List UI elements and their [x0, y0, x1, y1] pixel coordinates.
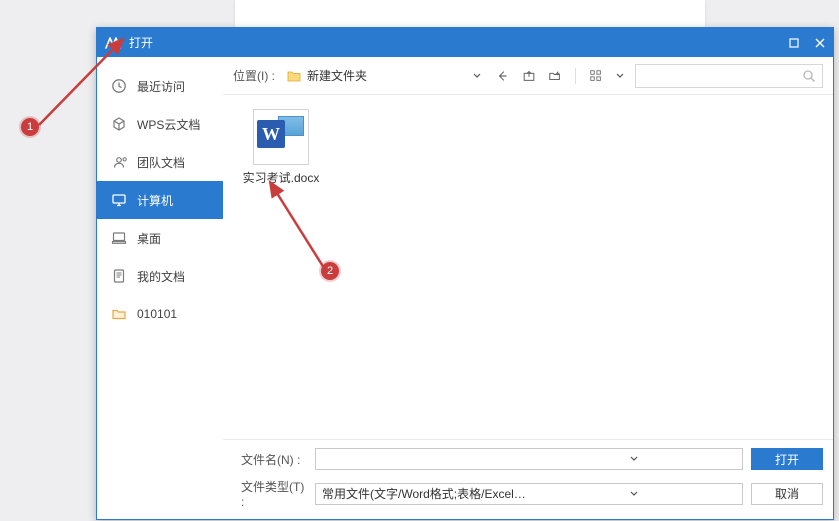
callout-1: 1: [21, 118, 39, 136]
sidebar: 最近访问 WPS云文档 团队文档 计算机 桌面 我的文档: [97, 57, 223, 519]
filetype-value: 常用文件(文字/Word格式;表格/Excel格式;演示/PowerPoint格…: [322, 485, 530, 502]
new-folder-button[interactable]: [547, 68, 563, 84]
file-thumbnail: W: [253, 109, 309, 165]
file-name: 实习考试.docx: [241, 169, 321, 186]
titlebar-title: 打开: [129, 34, 153, 51]
bottom-bar: 文件名(N) : 打开 文件类型(T) : 常用文件(文字/Word格式;表格: [223, 439, 833, 519]
app-logo-icon: [105, 35, 121, 51]
folder-icon: [287, 70, 301, 82]
location-toolbar: 位置(I) : 新建文件夹: [223, 57, 833, 95]
up-folder-icon: [522, 69, 536, 83]
cancel-button[interactable]: 取消: [751, 483, 823, 505]
back-arrow-icon: [496, 69, 510, 83]
sidebar-item-label: 最近访问: [137, 78, 185, 95]
sidebar-item-desktop[interactable]: 桌面: [97, 219, 223, 257]
search-icon: [802, 69, 816, 83]
sidebar-item-label: WPS云文档: [137, 116, 200, 133]
sidebar-item-label: 计算机: [137, 192, 173, 209]
new-folder-icon: [548, 69, 562, 83]
sidebar-item-folder-010101[interactable]: 010101: [97, 295, 223, 333]
chevron-down-icon: [630, 490, 638, 498]
view-mode-button[interactable]: [588, 68, 604, 84]
team-icon: [111, 154, 127, 170]
search-button[interactable]: [802, 69, 816, 83]
file-item-docx[interactable]: W 实习考试.docx: [241, 109, 321, 186]
sidebar-item-wps-cloud[interactable]: WPS云文档: [97, 105, 223, 143]
monitor-icon: [111, 192, 127, 208]
clock-icon: [111, 78, 127, 94]
word-icon: W: [257, 120, 285, 148]
search-input[interactable]: [642, 69, 802, 83]
sidebar-item-label: 010101: [137, 307, 177, 321]
back-button[interactable]: [495, 68, 511, 84]
cloud-cube-icon: [111, 116, 127, 132]
grid-view-icon: [589, 69, 603, 83]
sidebar-item-label: 团队文档: [137, 154, 185, 171]
chevron-down-icon: [630, 455, 638, 463]
location-dropdown-button[interactable]: [471, 66, 483, 86]
filetype-label: 文件类型(T) :: [241, 478, 307, 509]
maximize-button[interactable]: [781, 28, 807, 57]
search-box[interactable]: [635, 64, 823, 88]
filename-combo[interactable]: [315, 448, 743, 470]
chevron-down-icon: [616, 72, 624, 80]
file-list[interactable]: W 实习考试.docx: [223, 95, 833, 439]
sidebar-item-recent[interactable]: 最近访问: [97, 67, 223, 105]
filename-label: 文件名(N) :: [241, 451, 307, 468]
open-dialog: 打开 最近访问 WPS云文档 团队文档 计算机: [96, 27, 834, 520]
callout-2: 2: [321, 262, 339, 280]
sidebar-item-label: 我的文档: [137, 268, 185, 285]
up-button[interactable]: [521, 68, 537, 84]
current-folder-name: 新建文件夹: [307, 67, 367, 84]
location-label: 位置(I) :: [233, 67, 275, 84]
sidebar-item-computer[interactable]: 计算机: [97, 181, 223, 219]
titlebar: 打开: [97, 28, 833, 57]
open-button[interactable]: 打开: [751, 448, 823, 470]
doc-icon: [111, 268, 127, 284]
chevron-down-icon: [473, 72, 481, 80]
location-select[interactable]: 新建文件夹: [283, 65, 463, 86]
close-button[interactable]: [807, 28, 833, 57]
sidebar-item-label: 桌面: [137, 230, 161, 247]
sidebar-item-team[interactable]: 团队文档: [97, 143, 223, 181]
toolbar-separator: [575, 68, 576, 84]
sidebar-item-my-documents[interactable]: 我的文档: [97, 257, 223, 295]
filename-dropdown[interactable]: [530, 452, 738, 466]
filetype-dropdown[interactable]: [530, 487, 738, 501]
desktop-icon: [111, 230, 127, 246]
view-mode-dropdown[interactable]: [614, 66, 626, 86]
filetype-combo[interactable]: 常用文件(文字/Word格式;表格/Excel格式;演示/PowerPoint格…: [315, 483, 743, 505]
folder-icon: [111, 306, 127, 322]
background-page: [235, 0, 705, 27]
